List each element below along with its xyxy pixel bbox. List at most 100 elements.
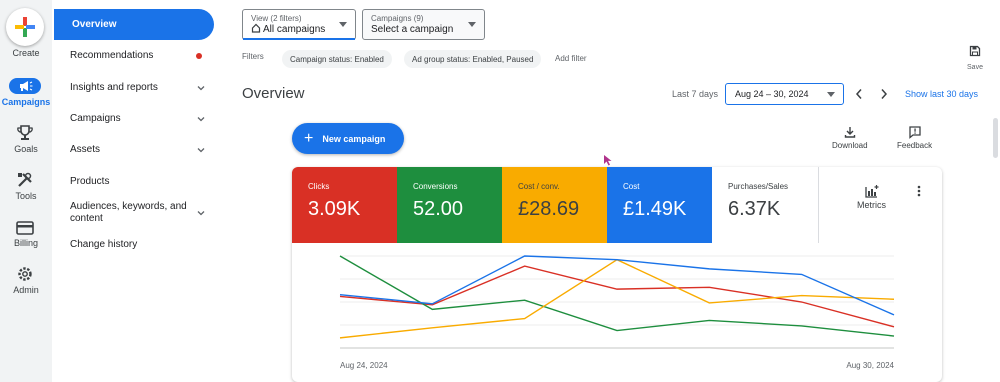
metric-label: Purchases/Sales bbox=[728, 182, 789, 191]
more-vert-icon[interactable] bbox=[915, 184, 923, 198]
metric-value: 52.00 bbox=[413, 198, 464, 220]
nav-label: Audiences, keywords, and content bbox=[70, 200, 187, 224]
chevron-right-icon[interactable] bbox=[879, 88, 889, 100]
side-nav: Overview Recommendations Insights and re… bbox=[52, 0, 220, 382]
chevron-down-icon bbox=[197, 210, 205, 215]
metric-label: Cost bbox=[623, 182, 640, 191]
metric-tile-clicks[interactable]: Clicks 3.09K bbox=[292, 167, 397, 243]
save-icon bbox=[969, 45, 981, 57]
metric-label: Clicks bbox=[308, 182, 330, 191]
rail-label-admin[interactable]: Admin bbox=[0, 285, 52, 295]
view-filter-dropdown[interactable]: View (2 filters) All campaigns bbox=[242, 9, 356, 40]
save-button[interactable]: Save bbox=[962, 44, 988, 71]
save-label: Save bbox=[967, 64, 983, 71]
date-range-label: Last 7 days bbox=[672, 89, 719, 99]
rail-label-goals[interactable]: Goals bbox=[0, 144, 52, 154]
download-label: Download bbox=[832, 141, 868, 150]
nav-item-campaigns[interactable]: Campaigns bbox=[52, 103, 220, 134]
chevron-down-icon bbox=[197, 147, 205, 152]
nav-label: Campaigns bbox=[70, 113, 121, 124]
view-filter-value-row: All campaigns bbox=[251, 23, 347, 37]
filters-label: Filters bbox=[242, 52, 264, 61]
caret-down-icon bbox=[827, 92, 835, 97]
date-range-picker[interactable]: Aug 24 – 30, 2024 bbox=[725, 83, 844, 105]
rail-item-campaigns[interactable] bbox=[9, 78, 41, 94]
add-filter-button[interactable]: Add filter bbox=[555, 54, 587, 63]
scrollbar-thumb[interactable] bbox=[993, 118, 998, 158]
series-line-2 bbox=[339, 258, 895, 339]
nav-label: Products bbox=[70, 176, 110, 187]
nav-item-change-history[interactable]: Change history bbox=[52, 229, 220, 260]
active-underline bbox=[243, 38, 355, 40]
left-rail: Create Campaigns Goals Tools Billing Adm… bbox=[0, 0, 52, 382]
rail-label-billing[interactable]: Billing bbox=[0, 238, 52, 248]
nav-item-insights[interactable]: Insights and reports bbox=[52, 72, 220, 103]
chevron-down-icon bbox=[197, 116, 205, 121]
gear-icon[interactable] bbox=[14, 265, 36, 283]
feedback-label: Feedback bbox=[897, 141, 933, 150]
tile-divider bbox=[818, 167, 819, 243]
nav-label: Change history bbox=[70, 239, 138, 250]
overview-card: Clicks 3.09K Conversions 52.00 Cost / co… bbox=[292, 167, 942, 382]
campaign-filter-dropdown[interactable]: Campaigns (9) Select a campaign bbox=[362, 9, 485, 40]
nav-label: Insights and reports bbox=[70, 82, 158, 93]
metric-label: Cost / conv. bbox=[518, 182, 560, 191]
x-tick-label: Aug 30, 2024 bbox=[846, 361, 894, 370]
trophy-icon[interactable] bbox=[14, 124, 36, 142]
rail-label-campaigns: Campaigns bbox=[1, 97, 51, 107]
caret-down-icon bbox=[339, 22, 347, 27]
nav-item-audiences[interactable]: Audiences, keywords, and content bbox=[52, 197, 220, 228]
nav-item-assets[interactable]: Assets bbox=[52, 134, 220, 165]
chevron-left-icon[interactable] bbox=[854, 88, 864, 100]
feedback-button[interactable]: Feedback bbox=[897, 125, 932, 150]
metric-tile-cost-per-conv[interactable]: Cost / conv. £28.69 bbox=[502, 167, 607, 243]
performance-line-chart: Aug 24, 2024 Aug 30, 2024 bbox=[339, 255, 895, 370]
plus-icon bbox=[15, 17, 35, 37]
metric-tile-conversions[interactable]: Conversions 52.00 bbox=[397, 167, 502, 243]
metrics-button[interactable]: Metrics bbox=[857, 184, 886, 210]
nav-label: Assets bbox=[70, 144, 101, 155]
filter-chip-ad-group-status[interactable]: Ad group status: Enabled, Paused bbox=[404, 50, 542, 68]
caret-down-icon bbox=[468, 22, 476, 27]
plus-icon: + bbox=[304, 129, 314, 147]
series-line-3 bbox=[339, 255, 895, 316]
new-campaign-button[interactable]: + New campaign bbox=[292, 123, 404, 154]
credit-card-icon[interactable] bbox=[14, 219, 36, 237]
download-icon bbox=[844, 127, 855, 138]
mouse-cursor-icon bbox=[604, 155, 612, 166]
notification-dot bbox=[196, 52, 202, 59]
metric-value: 6.37K bbox=[728, 198, 781, 220]
campaign-filter-caption: Campaigns (9) bbox=[371, 14, 424, 23]
campaign-filter-value: Select a campaign bbox=[371, 24, 454, 35]
view-filter-value: All campaigns bbox=[263, 24, 326, 35]
download-button[interactable]: Download bbox=[832, 125, 868, 150]
nav-item-products[interactable]: Products bbox=[52, 166, 220, 197]
x-tick-label: Aug 24, 2024 bbox=[340, 361, 388, 370]
new-campaign-label: New campaign bbox=[322, 133, 386, 144]
metric-value: 3.09K bbox=[308, 198, 361, 220]
metric-tile-purchases-sales[interactable]: Purchases/Sales 6.37K bbox=[712, 167, 818, 243]
main-content: View (2 filters) All campaigns Campaigns… bbox=[220, 0, 1000, 382]
filter-chip-campaign-status[interactable]: Campaign status: Enabled bbox=[282, 50, 392, 68]
nav-label: Recommendations bbox=[70, 50, 154, 61]
create-button[interactable] bbox=[6, 8, 44, 46]
metric-tile-cost[interactable]: Cost £1.49K bbox=[607, 167, 712, 243]
create-label: Create bbox=[12, 48, 40, 58]
page-title: Overview bbox=[242, 85, 305, 102]
metric-value: £1.49K bbox=[623, 198, 687, 220]
metrics-label: Metrics bbox=[857, 200, 886, 210]
home-icon bbox=[251, 23, 261, 33]
rail-label-tools[interactable]: Tools bbox=[0, 191, 52, 201]
nav-item-recommendations[interactable]: Recommendations bbox=[52, 40, 220, 71]
feedback-icon bbox=[908, 126, 921, 139]
nav-item-overview[interactable]: Overview bbox=[54, 9, 214, 40]
date-range-value: Aug 24 – 30, 2024 bbox=[735, 89, 809, 99]
view-filter-caption: View (2 filters) bbox=[251, 14, 302, 23]
metric-label: Conversions bbox=[413, 182, 458, 191]
show-last-30-days-link[interactable]: Show last 30 days bbox=[905, 89, 978, 99]
megaphone-icon bbox=[20, 81, 33, 91]
metric-value: £28.69 bbox=[518, 198, 580, 220]
add-chart-icon bbox=[864, 185, 878, 198]
tools-icon[interactable] bbox=[14, 171, 36, 189]
nav-label: Overview bbox=[72, 19, 117, 30]
